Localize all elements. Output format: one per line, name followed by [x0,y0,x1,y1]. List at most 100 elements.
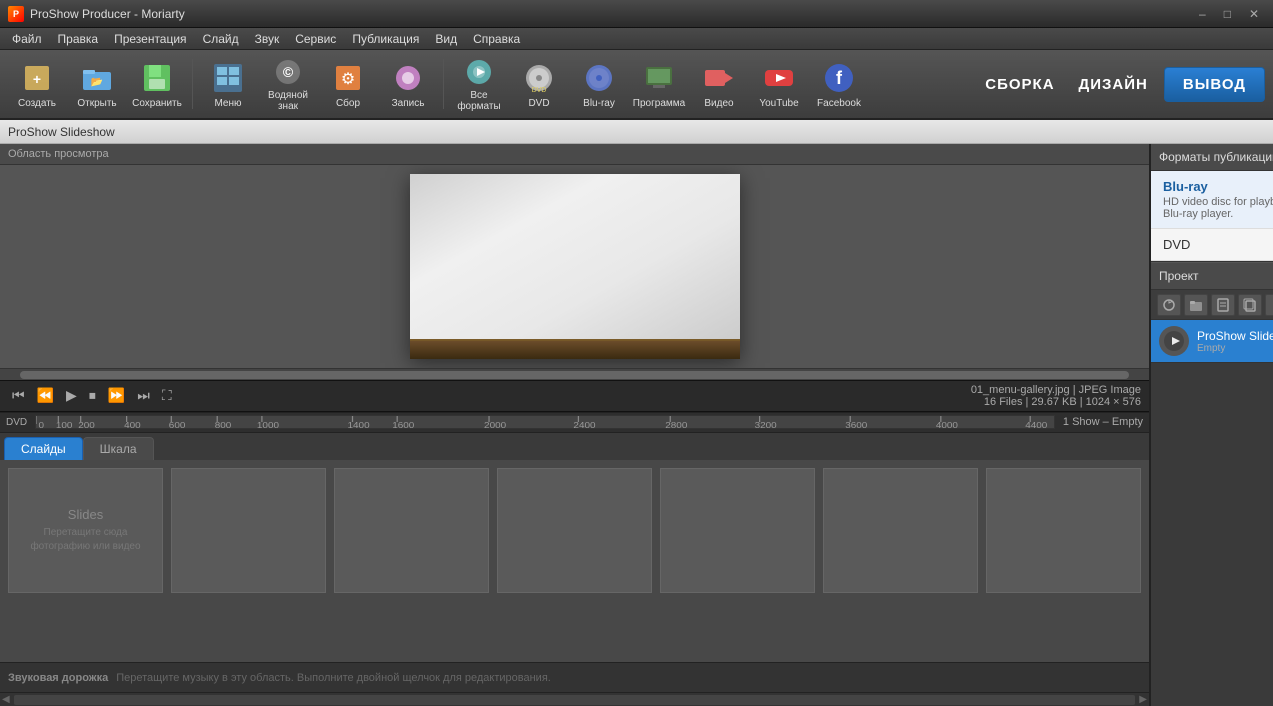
svg-text:4400: 4400 [1025,421,1047,429]
dvd-button[interactable]: DVD DVD [510,53,568,115]
minimize-button[interactable]: – [1193,7,1212,21]
project-name: ProShow Slideshow [1197,329,1273,343]
svg-text:400: 400 [124,421,141,429]
open-button[interactable]: 📂 Открыть [68,53,126,115]
format-dvd[interactable]: DVD [1151,229,1273,261]
menu-slide[interactable]: Слайд [195,30,247,48]
menu-toolbar-button[interactable]: Меню [199,53,257,115]
video-button[interactable]: Видео [690,53,748,115]
sborka-button[interactable]: СБОРКА [977,72,1062,97]
right-panel: Форматы публикации Blu-ray HD video disc… [1150,144,1273,706]
list-item[interactable] [823,468,978,593]
svg-text:0: 0 [39,421,45,429]
list-item[interactable] [986,468,1141,593]
play-button[interactable]: ▶ [62,385,81,406]
svg-text:2400: 2400 [574,421,596,429]
left-panel: Область просмотра ⏮ ⏪ ▶ ⏹ ⏩ ⏭ ⛶ 01_menu-… [0,144,1150,706]
bluray-label: Blu-ray [583,98,615,109]
list-item[interactable] [171,468,326,593]
slides-hint: Перетащите сюдафотографию или видео [30,526,140,554]
stop-button[interactable]: ⏹ [85,385,100,406]
proj-copy-button[interactable] [1238,294,1262,316]
project-info: ProShow Slideshow Empty [1197,329,1273,354]
bottom-scrollbar[interactable]: ◀ ▶ [0,692,1149,706]
slides-label: Slides [68,507,103,522]
project-toolbar: + – ↑ ↓ [1151,290,1273,320]
menu-bar: Файл Правка Презентация Слайд Звук Серви… [0,28,1273,50]
menu-view[interactable]: Вид [427,30,465,48]
project-item[interactable]: ProShow Slideshow Empty 1 [1151,320,1273,363]
rewind-button[interactable]: ⏪ [33,385,58,406]
dvd-timeline-label: DVD [6,417,27,428]
allformats-label: Все форматы [454,90,504,112]
preview-scrollbar[interactable] [0,368,1149,380]
preview-area [0,165,1149,368]
proj-add-button[interactable]: + [1265,294,1273,316]
preview-scrollbar-thumb[interactable] [20,371,1129,379]
first-slide-cell[interactable]: Slides Перетащите сюдафотографию или вид… [8,468,163,593]
svg-text:DVD: DVD [532,87,547,94]
rewind-start-button[interactable]: ⏮ [8,385,29,406]
youtube-button[interactable]: YouTube [750,53,808,115]
create-button[interactable]: + Создать [8,53,66,115]
menu-edit[interactable]: Правка [50,30,107,48]
slides-area: Slides Перетащите сюдафотографию или вид… [0,460,1149,663]
format-bluray[interactable]: Blu-ray HD video disc for playback on TV… [1151,171,1273,229]
proj-page-button[interactable] [1211,294,1235,316]
bottom-scroll-thumb[interactable] [14,695,1136,705]
menu-presentation[interactable]: Презентация [106,30,195,48]
svg-text:1400: 1400 [348,421,370,429]
collect-button[interactable]: ⚙ Сбор [319,53,377,115]
project-status: Empty [1197,343,1273,354]
app-icon: P [8,6,24,22]
list-item[interactable] [497,468,652,593]
maximize-button[interactable]: □ [1218,7,1237,21]
program-label: Программа [633,98,685,109]
record-label: Запись [392,98,425,109]
tab-timeline[interactable]: Шкала [83,437,154,460]
svg-text:2000: 2000 [484,421,506,429]
proj-reload-button[interactable] [1157,294,1181,316]
svg-text:3200: 3200 [755,421,777,429]
file-stats: 16 Files | 29.67 KB | 1024 × 576 [971,396,1141,408]
slides-row: Slides Перетащите сюдафотографию или вид… [0,460,1149,663]
menu-sound[interactable]: Звук [247,30,288,48]
allformats-button[interactable]: Все форматы [450,53,508,115]
status-right: 1 Show – Empty [1063,416,1143,428]
proj-folder-button[interactable] [1184,294,1208,316]
menu-publish[interactable]: Публикация [344,30,427,48]
toolbar-right: СБОРКА ДИЗАЙН ВЫВОД [977,67,1265,102]
watermark-button[interactable]: © Водяной знак [259,53,317,115]
list-item[interactable] [334,468,489,593]
menu-file[interactable]: Файл [4,30,50,48]
record-button[interactable]: Запись [379,53,437,115]
create-label: Создать [18,98,56,109]
format-bluray-name: Blu-ray [1163,179,1273,194]
svg-text:100: 100 [56,421,73,429]
video-label: Видео [704,98,733,109]
close-button[interactable]: ✕ [1243,7,1265,21]
audio-track: Звуковая дорожка Перетащите музыку в эту… [0,662,1149,692]
fullscreen-button[interactable]: ⛶ [158,385,176,406]
timeline-ruler: 0 100 200 400 600 800 1000 1400 [35,415,1055,429]
tabs-bar: Слайды Шкала [0,432,1149,460]
title-text: ProShow Producer - Moriarty [30,7,185,21]
facebook-button[interactable]: f Facebook [810,53,868,115]
timeline-header: DVD 0 100 200 400 600 800 [0,412,1149,432]
bluray-button[interactable]: Blu-ray [570,53,628,115]
preview-image [410,174,740,359]
vyvod-button[interactable]: ВЫВОД [1164,67,1265,102]
program-button[interactable]: Программа [630,53,688,115]
forward-end-button[interactable]: ⏭ [133,385,154,406]
project-title-bar: ProShow Slideshow [0,120,1273,144]
forward-button[interactable]: ⏩ [104,385,129,406]
list-item[interactable] [660,468,815,593]
tab-slides[interactable]: Слайды [4,437,83,460]
save-button[interactable]: Сохранить [128,53,186,115]
dizain-button[interactable]: ДИЗАЙН [1071,72,1156,97]
menu-service[interactable]: Сервис [287,30,344,48]
dvd-label: DVD [528,98,549,109]
toolbar-separator-2 [443,59,444,109]
menu-help[interactable]: Справка [465,30,528,48]
youtube-label: YouTube [759,98,798,109]
